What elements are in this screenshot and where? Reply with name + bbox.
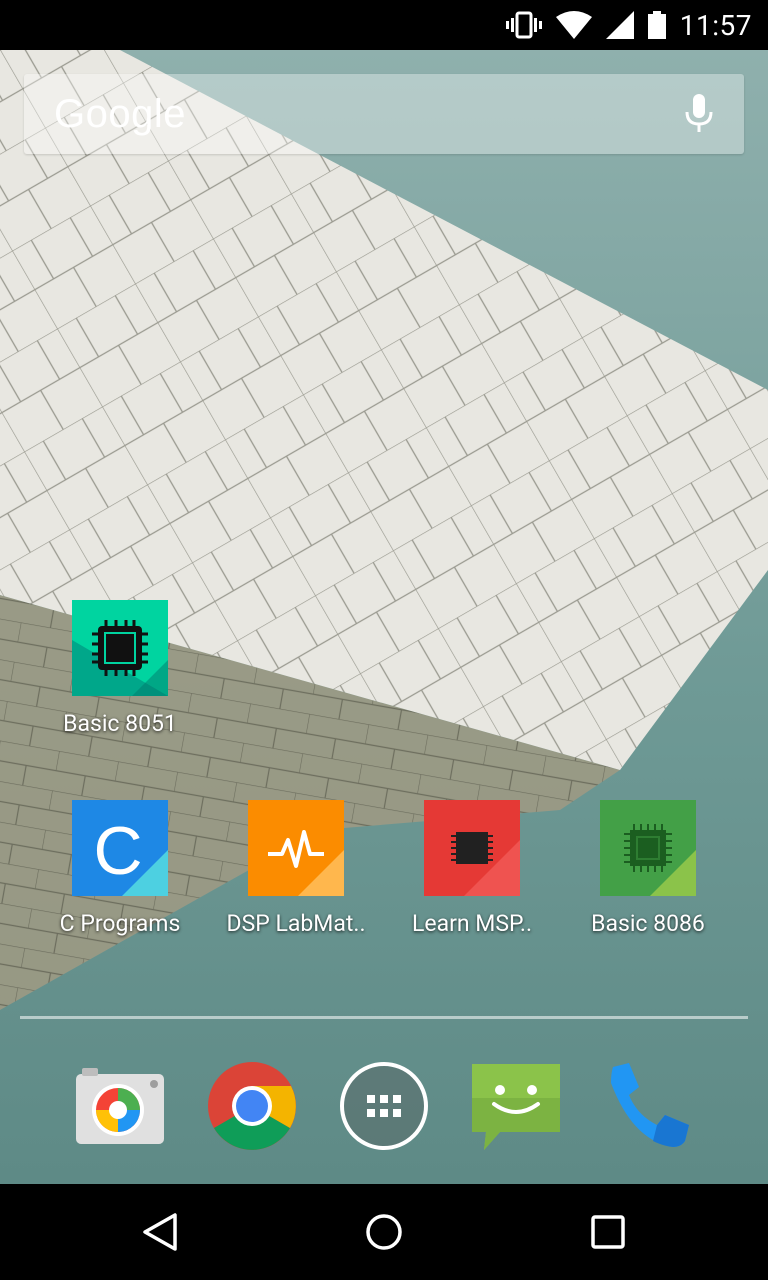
app-c-programs[interactable]: C C Programs — [32, 800, 208, 937]
phone-icon — [611, 1063, 689, 1147]
navigation-bar — [0, 1184, 768, 1280]
google-logo: Google — [54, 91, 186, 136]
recents-icon[interactable] — [588, 1212, 628, 1252]
app-learn-msp[interactable]: Learn MSP.. — [384, 800, 560, 937]
status-bar: 11:57 — [0, 0, 768, 50]
google-search-bar[interactable]: Google — [24, 74, 744, 154]
dock-messaging[interactable] — [470, 1060, 562, 1152]
app-label: Learn MSP.. — [411, 910, 533, 937]
app-basic-8086[interactable]: Basic 8086 — [560, 800, 736, 937]
home-icon[interactable] — [364, 1212, 404, 1252]
chip-icon — [72, 600, 168, 696]
chip-icon — [600, 800, 696, 896]
app-label: Basic 8086 — [591, 910, 705, 937]
mic-icon[interactable] — [684, 94, 714, 134]
app-label: DSP LabMat.. — [226, 910, 366, 937]
app-label: Basic 8051 — [63, 710, 177, 737]
dock-divider — [20, 1016, 748, 1019]
dock-phone[interactable] — [602, 1060, 694, 1152]
app-drawer-icon — [340, 1062, 428, 1150]
battery-icon — [647, 11, 666, 39]
app-dsp-labmat[interactable]: DSP LabMat.. — [208, 800, 384, 937]
app-basic-8051[interactable]: Basic 8051 — [32, 600, 208, 737]
messaging-icon — [472, 1064, 560, 1150]
clock: 11:57 — [679, 8, 752, 42]
pulse-icon — [248, 800, 344, 896]
dock-chrome[interactable] — [206, 1060, 298, 1152]
svg-text:C: C — [93, 813, 142, 889]
back-icon[interactable] — [140, 1212, 180, 1252]
wifi-icon — [555, 11, 592, 39]
dock-camera[interactable] — [74, 1060, 166, 1152]
chrome-icon — [208, 1062, 296, 1150]
signal-icon — [605, 11, 634, 39]
dock-app-drawer[interactable] — [338, 1060, 430, 1152]
letter-c-icon: C — [72, 800, 168, 896]
camera-icon — [76, 1068, 164, 1144]
app-label: C Programs — [59, 910, 181, 937]
chip-icon — [424, 800, 520, 896]
vibrate-icon — [505, 11, 542, 39]
